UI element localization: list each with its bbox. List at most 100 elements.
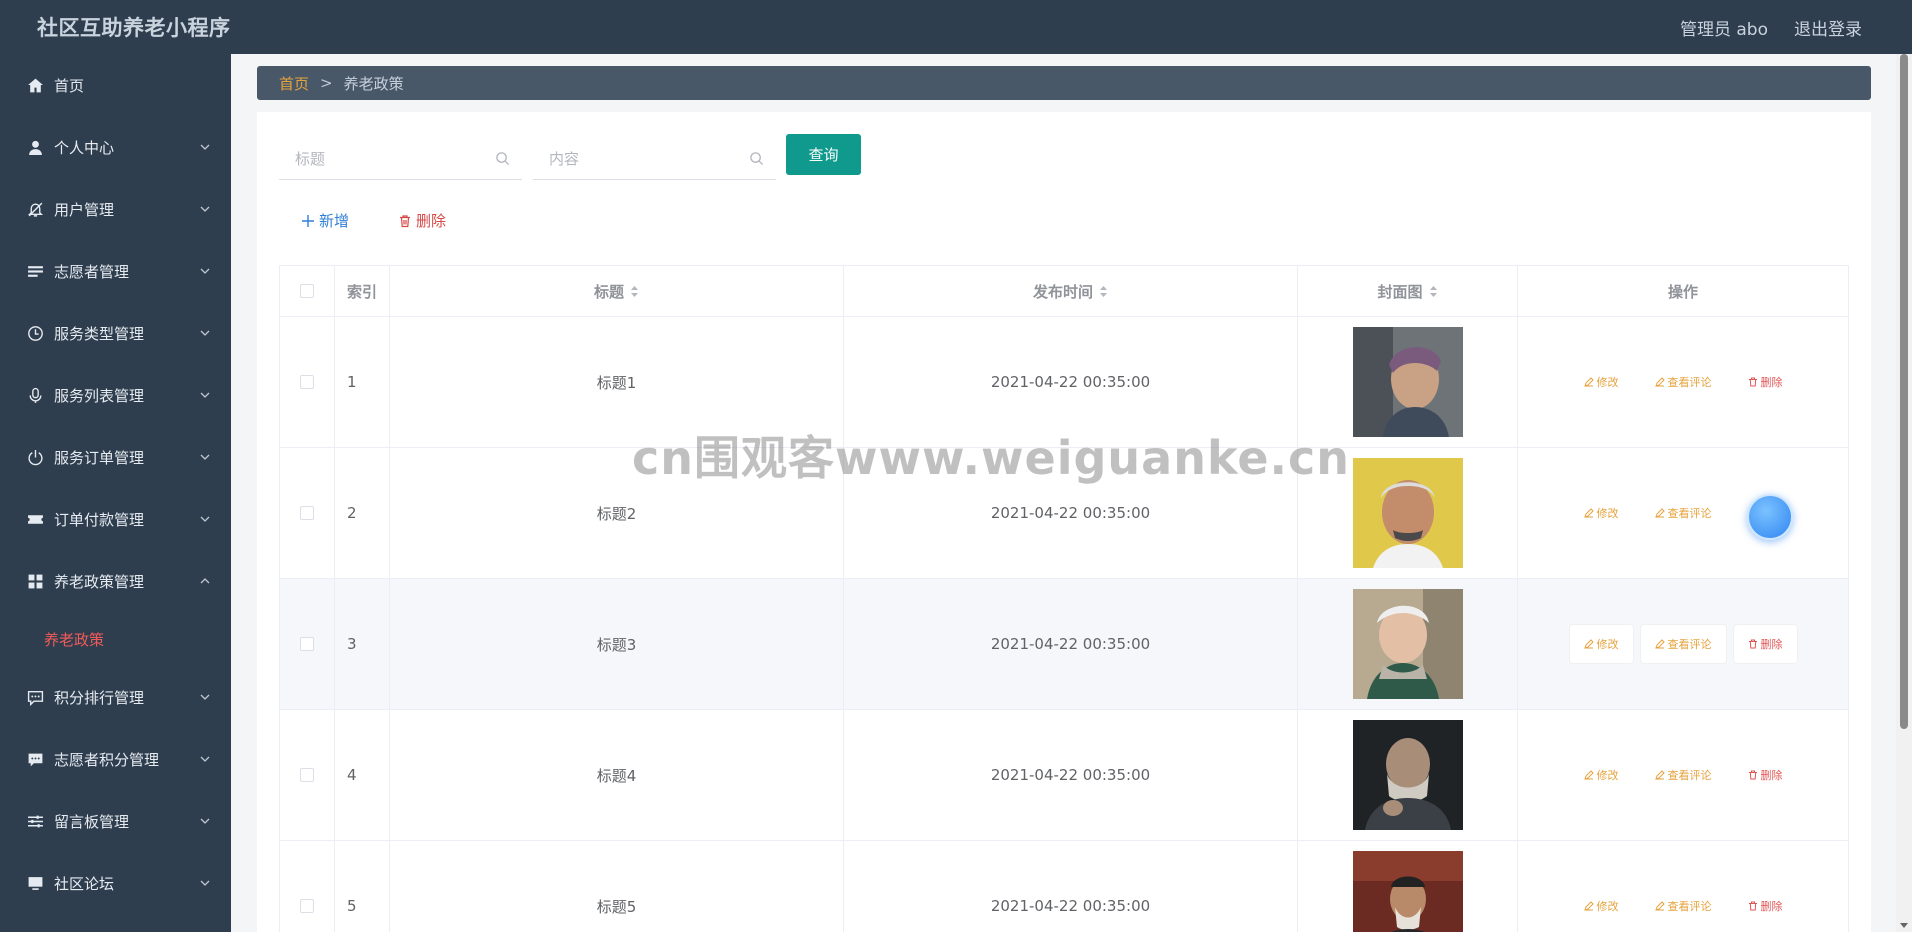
delete-button[interactable]: 删除 (1733, 625, 1797, 663)
row-select-cell (280, 317, 335, 447)
sliders-icon (26, 812, 44, 830)
delete-label: 删除 (1760, 638, 1783, 651)
sidebar-item-forum[interactable]: 社区论坛 (0, 852, 231, 914)
delete-button[interactable]: 删除 (1734, 363, 1797, 401)
sidebar-item-users[interactable]: 用户管理 (0, 178, 231, 240)
col-title[interactable]: 标题 (390, 266, 844, 316)
sidebar-item-service-orders[interactable]: 服务订单管理 (0, 426, 231, 488)
row-checkbox[interactable] (300, 375, 314, 389)
cover-image (1352, 720, 1463, 830)
scrollbar-thumb[interactable] (1900, 54, 1908, 729)
edit-label: 修改 (1596, 769, 1619, 782)
select-all-checkbox[interactable] (300, 284, 314, 298)
col-publish-time[interactable]: 发布时间 (844, 266, 1298, 316)
list-icon (26, 262, 44, 280)
scroll-down-arrow-icon[interactable] (1900, 923, 1908, 928)
breadcrumb-separator: > (320, 74, 333, 92)
chevron-down-icon (200, 756, 210, 762)
col-actions: 操作 (1667, 282, 1698, 301)
content-search-input[interactable]: 内容 (533, 138, 776, 180)
edit-button[interactable]: 修改 (1570, 756, 1633, 794)
col-cover[interactable]: 封面图 (1298, 266, 1518, 316)
view-comments-button[interactable]: 查看评论 (1641, 887, 1726, 925)
delete-label: 删除 (1760, 769, 1783, 782)
breadcrumb-home[interactable]: 首页 (279, 73, 309, 94)
delete-button-label: 删除 (416, 212, 447, 230)
view-comments-button[interactable]: 查看评论 (1641, 494, 1726, 532)
edit-button[interactable]: 修改 (1570, 363, 1633, 401)
query-button[interactable]: 查询 (786, 134, 861, 175)
sidebar-item-profile[interactable]: 个人中心 (0, 116, 231, 178)
monitor-icon (26, 874, 44, 892)
select-all-cell (280, 266, 335, 316)
microphone-icon (26, 386, 44, 404)
edit-icon (1583, 770, 1594, 780)
edit-icon (1654, 377, 1665, 387)
policy-table: 索引 标题 发布时间 封面图 操作 1 标题1 2021-04-22 00:35… (279, 265, 1849, 932)
row-checkbox[interactable] (300, 637, 314, 651)
row-time: 2021-04-22 00:35:00 (844, 579, 1298, 709)
table-header: 索引 标题 发布时间 封面图 操作 (280, 266, 1848, 317)
sidebar-item-volunteer-points[interactable]: 志愿者积分管理 (0, 728, 231, 790)
content-search-placeholder: 内容 (549, 150, 580, 168)
logout-link[interactable]: 退出登录 (1794, 15, 1862, 40)
row-checkbox[interactable] (300, 506, 314, 520)
add-button[interactable]: 新增 (301, 210, 349, 231)
view-comments-label: 查看评论 (1667, 507, 1712, 520)
sidebar-item-guestbook[interactable]: 留言板管理 (0, 790, 231, 852)
chevron-up-icon (200, 578, 210, 584)
sidebar-item-policy[interactable]: 养老政策管理 (0, 550, 231, 612)
sidebar-item-label: 留言板管理 (54, 812, 130, 831)
chevron-down-icon (200, 144, 210, 150)
edit-button[interactable]: 修改 (1570, 887, 1633, 925)
title-search-input[interactable]: 标题 (279, 138, 522, 180)
sidebar-item-service-list[interactable]: 服务列表管理 (0, 364, 231, 426)
edit-label: 修改 (1596, 507, 1619, 520)
breadcrumb-current: 养老政策 (343, 74, 404, 93)
row-actions: 修改 查看评论 删除 (1518, 841, 1848, 932)
power-icon (26, 448, 44, 466)
row-title: 标题5 (390, 841, 844, 932)
view-comments-button[interactable]: 查看评论 (1640, 625, 1726, 663)
row-checkbox[interactable] (300, 899, 314, 913)
chevron-down-icon (200, 454, 210, 460)
top-bar: 社区互助养老小程序 管理员 abo 退出登录 (0, 0, 1912, 54)
bell-off-icon (26, 200, 44, 218)
table-row: 5 标题5 2021-04-22 00:35:00 修改 查看评论 删除 (280, 841, 1848, 932)
chevron-down-icon (200, 880, 210, 886)
view-comments-button[interactable]: 查看评论 (1641, 363, 1726, 401)
chevron-down-icon (200, 694, 210, 700)
sidebar-item-home[interactable]: 首页 (0, 54, 231, 116)
sidebar-item-points-rank[interactable]: 积分排行管理 (0, 666, 231, 728)
floating-assistant-button[interactable] (1747, 494, 1793, 540)
row-checkbox[interactable] (300, 768, 314, 782)
title-search-placeholder: 标题 (295, 150, 326, 168)
chat-icon (26, 688, 44, 706)
edit-button[interactable]: 修改 (1570, 494, 1633, 532)
view-comments-button[interactable]: 查看评论 (1641, 756, 1726, 794)
edit-icon (1583, 639, 1594, 649)
sidebar-item-service-types[interactable]: 服务类型管理 (0, 302, 231, 364)
table-row: 4 标题4 2021-04-22 00:35:00 修改 查看评论 删除 (280, 710, 1848, 841)
row-cover-cell (1298, 579, 1518, 709)
row-select-cell (280, 579, 335, 709)
page-scrollbar[interactable] (1896, 54, 1912, 932)
sidebar-item-label: 个人中心 (54, 138, 115, 157)
sidebar-item-payments[interactable]: 订单付款管理 (0, 488, 231, 550)
trash-icon (400, 214, 410, 227)
watermark: cn围观客www.weiguanke.cn (632, 431, 1351, 485)
sidebar-subitem-policy[interactable]: 养老政策 (0, 612, 231, 666)
delete-button[interactable]: 删除 (1734, 756, 1797, 794)
chevron-down-icon (200, 268, 210, 274)
delete-button[interactable]: 删除 (1734, 887, 1797, 925)
row-select-cell (280, 841, 335, 932)
batch-delete-button[interactable]: 删除 (398, 210, 446, 231)
delete-label: 删除 (1760, 376, 1783, 389)
sidebar-item-volunteers[interactable]: 志愿者管理 (0, 240, 231, 302)
row-index: 2 (335, 448, 390, 578)
row-select-cell (280, 448, 335, 578)
top-right: 管理员 abo 退出登录 (1680, 15, 1862, 40)
edit-label: 修改 (1596, 376, 1619, 389)
clock-icon (26, 324, 44, 342)
edit-button[interactable]: 修改 (1569, 625, 1633, 663)
